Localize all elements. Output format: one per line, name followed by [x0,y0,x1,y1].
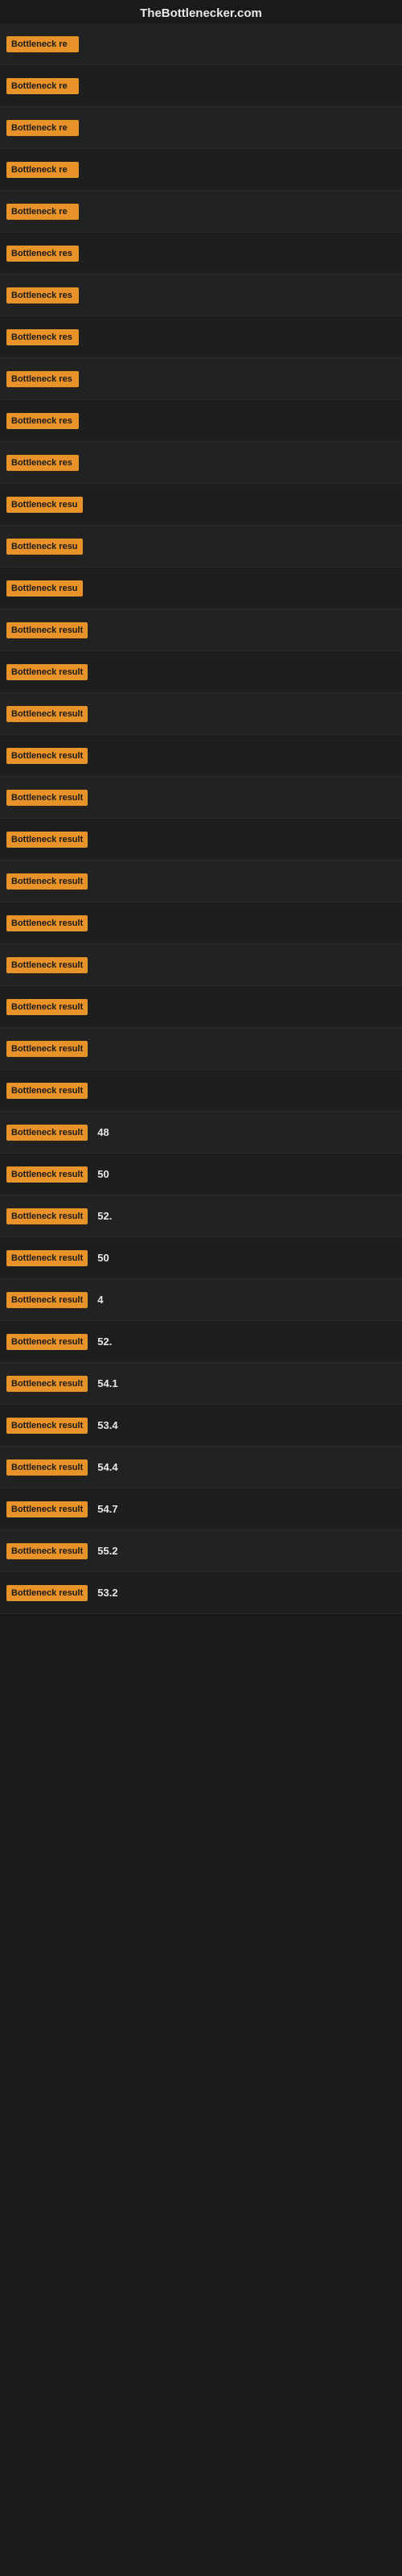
table-row: Bottleneck result [0,651,402,693]
site-title: TheBottlenecker.com [140,6,262,20]
table-row: Bottleneck result 4 [0,1279,402,1321]
table-row: Bottleneck res [0,358,402,400]
bottleneck-label: Bottleneck result [6,1501,88,1517]
bottleneck-value: 52. [97,1335,112,1348]
bottleneck-label: Bottleneck result [6,1166,88,1183]
bottleneck-label: Bottleneck result [6,957,88,973]
table-row: Bottleneck result 50 [0,1237,402,1279]
table-row: Bottleneck result 53.4 [0,1405,402,1447]
bottleneck-value: 55.2 [97,1545,117,1557]
table-row: Bottleneck resu [0,568,402,609]
bottleneck-value: 53.4 [97,1419,117,1431]
bottleneck-value: 54.7 [97,1503,117,1515]
bottleneck-label: Bottleneck result [6,915,88,931]
table-row: Bottleneck result 54.4 [0,1447,402,1488]
bottleneck-label: Bottleneck result [6,1125,88,1141]
table-row: Bottleneck res [0,442,402,484]
bottleneck-label: Bottleneck result [6,706,88,722]
table-row: Bottleneck resu [0,484,402,526]
bottleneck-label: Bottleneck res [6,455,79,471]
table-row: Bottleneck re [0,191,402,233]
table-row: Bottleneck res [0,400,402,442]
bottleneck-value: 54.4 [97,1461,117,1473]
bottleneck-label: Bottleneck result [6,1418,88,1434]
table-row: Bottleneck result [0,944,402,986]
table-row: Bottleneck result 52. [0,1321,402,1363]
table-row: Bottleneck result 53.2 [0,1572,402,1614]
bottleneck-label: Bottleneck re [6,204,79,220]
bottleneck-value: 48 [97,1126,109,1138]
bottleneck-label: Bottleneck re [6,162,79,178]
bottleneck-label: Bottleneck res [6,371,79,387]
table-row: Bottleneck result 48 [0,1112,402,1154]
bottleneck-label: Bottleneck result [6,790,88,806]
bottleneck-label: Bottleneck res [6,246,79,262]
table-row: Bottleneck result [0,1028,402,1070]
table-row: Bottleneck result [0,777,402,819]
table-row: Bottleneck res [0,316,402,358]
table-row: Bottleneck result [0,1070,402,1112]
bottleneck-label: Bottleneck result [6,999,88,1015]
bottleneck-value: 53.2 [97,1587,117,1599]
table-row: Bottleneck result [0,609,402,651]
table-row: Bottleneck result [0,693,402,735]
bottleneck-label: Bottleneck result [6,1543,88,1559]
bottleneck-label: Bottleneck result [6,1041,88,1057]
bottleneck-label: Bottleneck result [6,1459,88,1476]
bottleneck-label: Bottleneck result [6,1376,88,1392]
table-row: Bottleneck result [0,735,402,777]
bottleneck-label: Bottleneck re [6,36,79,52]
table-row: Bottleneck result [0,819,402,861]
bottleneck-label: Bottleneck result [6,622,88,638]
table-row: Bottleneck result 54.7 [0,1488,402,1530]
bottleneck-label: Bottleneck result [6,1585,88,1601]
table-row: Bottleneck result [0,861,402,902]
bottleneck-label: Bottleneck resu [6,539,83,555]
bottleneck-label: Bottleneck result [6,832,88,848]
bottleneck-value: 52. [97,1210,112,1222]
table-row: Bottleneck result [0,902,402,944]
table-row: Bottleneck re [0,107,402,149]
bottleneck-label: Bottleneck result [6,1334,88,1350]
bottleneck-label: Bottleneck result [6,664,88,680]
bottleneck-label: Bottleneck resu [6,580,83,597]
bottleneck-value: 54.1 [97,1377,117,1389]
table-row: Bottleneck result 55.2 [0,1530,402,1572]
bottleneck-label: Bottleneck res [6,287,79,303]
table-row: Bottleneck resu [0,526,402,568]
bottleneck-value: 50 [97,1252,109,1264]
bottleneck-label: Bottleneck res [6,329,79,345]
bottleneck-label: Bottleneck result [6,1208,88,1224]
table-row: Bottleneck res [0,275,402,316]
table-row: Bottleneck result [0,986,402,1028]
bottleneck-value: 50 [97,1168,109,1180]
bottleneck-label: Bottleneck re [6,120,79,136]
bottleneck-value: 4 [97,1294,103,1306]
bottleneck-label: Bottleneck result [6,1292,88,1308]
table-row: Bottleneck res [0,233,402,275]
table-row: Bottleneck result 52. [0,1195,402,1237]
bottleneck-label: Bottleneck resu [6,497,83,513]
bottleneck-label: Bottleneck result [6,1083,88,1099]
table-row: Bottleneck result 54.1 [0,1363,402,1405]
table-row: Bottleneck re [0,23,402,65]
bottleneck-label: Bottleneck result [6,748,88,764]
table-row: Bottleneck result 50 [0,1154,402,1195]
bottleneck-label: Bottleneck result [6,1250,88,1266]
bottleneck-label: Bottleneck re [6,78,79,94]
bottleneck-label: Bottleneck result [6,873,88,890]
table-row: Bottleneck re [0,65,402,107]
bottleneck-label: Bottleneck res [6,413,79,429]
table-row: Bottleneck re [0,149,402,191]
